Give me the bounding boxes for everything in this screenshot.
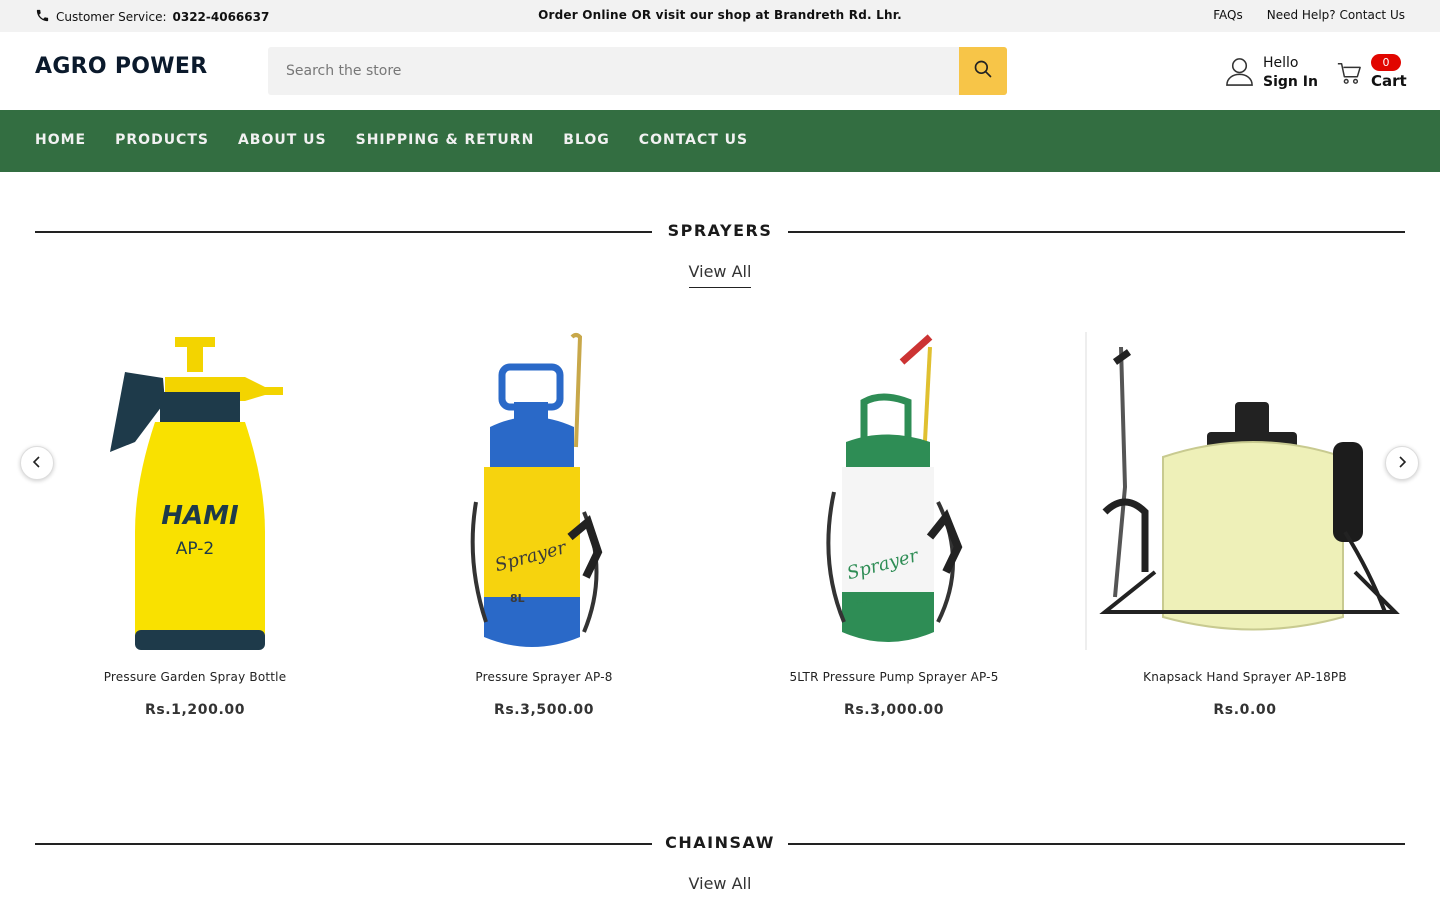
help-contact-link[interactable]: Need Help? Contact Us xyxy=(1267,8,1405,22)
view-all-link[interactable]: View All xyxy=(689,874,752,899)
nav-item-products[interactable]: PRODUCTS xyxy=(115,132,209,148)
nav-item-blog[interactable]: BLOG xyxy=(563,132,610,148)
main-nav: HOME PRODUCTS ABOUT US SHIPPING & RETURN… xyxy=(0,110,1440,172)
product-price: Rs.3,500.00 xyxy=(493,702,595,718)
product-price: Rs.0.00 xyxy=(1213,702,1277,718)
product-size-text: 8L xyxy=(510,592,525,605)
nav-item-home[interactable]: HOME xyxy=(35,132,86,148)
product-name[interactable]: Pressure Sprayer AP-8 xyxy=(384,670,704,684)
nav-item-shipping-return[interactable]: SHIPPING & RETURN xyxy=(356,132,535,148)
divider xyxy=(35,843,652,845)
view-all-link[interactable]: View All xyxy=(688,262,752,288)
cart-link[interactable]: 0 Cart xyxy=(1336,54,1407,90)
divider xyxy=(788,843,1405,845)
search-bar xyxy=(268,47,1007,95)
user-icon xyxy=(1224,56,1255,91)
view-all-sprayers: View All xyxy=(0,262,1440,288)
product-image-sprayer-ap5[interactable]: Sprayer 5L xyxy=(734,332,1054,652)
product-card[interactable]: Sprayer 5L 5LTR Pressure Pump Sprayer AP… xyxy=(734,332,1054,732)
section-heading: SPRAYERS xyxy=(667,221,773,240)
faqs-link[interactable]: FAQs xyxy=(1213,8,1243,22)
product-name[interactable]: 5LTR Pressure Pump Sprayer AP-5 xyxy=(734,670,1054,684)
product-image-spray-bottle[interactable]: HAMI AP-2 xyxy=(35,332,355,652)
product-size-text: 5L xyxy=(856,594,871,607)
top-bar: Customer Service: 0322-4066637 Order Onl… xyxy=(0,0,1440,32)
nav-item-contact-us[interactable]: CONTACT US xyxy=(639,132,748,148)
search-input[interactable] xyxy=(268,47,959,95)
cart-count-badge: 0 xyxy=(1371,54,1401,71)
product-brand-text: HAMI xyxy=(161,501,239,531)
section-title-sprayers: SPRAYERS xyxy=(35,219,1405,243)
view-all-chainsaw: View All xyxy=(0,874,1440,893)
nav-item-about-us[interactable]: ABOUT US xyxy=(238,132,327,148)
product-card[interactable]: HAMI AP-2 Pressure Garden Spray Bottle R… xyxy=(35,332,355,732)
divider xyxy=(35,231,652,233)
divider xyxy=(788,231,1405,233)
account-greeting: Hello xyxy=(1263,55,1299,71)
section-heading: CHAINSAW xyxy=(665,833,775,852)
search-icon xyxy=(973,59,993,83)
product-name[interactable]: Knapsack Hand Sprayer AP-18PB xyxy=(1085,670,1405,684)
cart-label: Cart xyxy=(1371,72,1407,90)
product-price: Rs.1,200.00 xyxy=(144,702,246,718)
header: AGRO POWER Hello Sign In 0 Cart xyxy=(0,32,1440,110)
account-link[interactable]: Hello Sign In xyxy=(1224,54,1318,92)
product-card[interactable]: Sprayer 8L Pressure Sprayer AP-8 Rs.3,50… xyxy=(384,332,704,732)
product-image-sprayer-ap8[interactable]: Sprayer 8L xyxy=(384,332,704,652)
product-image-knapsack-sprayer[interactable] xyxy=(1085,332,1405,652)
product-name[interactable]: Pressure Garden Spray Bottle xyxy=(35,670,355,684)
product-model-text: AP-2 xyxy=(176,539,214,559)
site-logo[interactable]: AGRO POWER xyxy=(35,54,207,79)
product-price: Rs.3,000.00 xyxy=(843,702,945,718)
product-card[interactable]: Knapsack Hand Sprayer AP-18PB Rs.0.00 xyxy=(1085,332,1405,732)
sign-in-label: Sign In xyxy=(1263,74,1318,90)
section-title-chainsaw: CHAINSAW xyxy=(35,831,1405,855)
search-button[interactable] xyxy=(959,47,1007,95)
cart-icon xyxy=(1336,60,1362,90)
top-links: FAQs Need Help? Contact Us xyxy=(1213,8,1405,22)
